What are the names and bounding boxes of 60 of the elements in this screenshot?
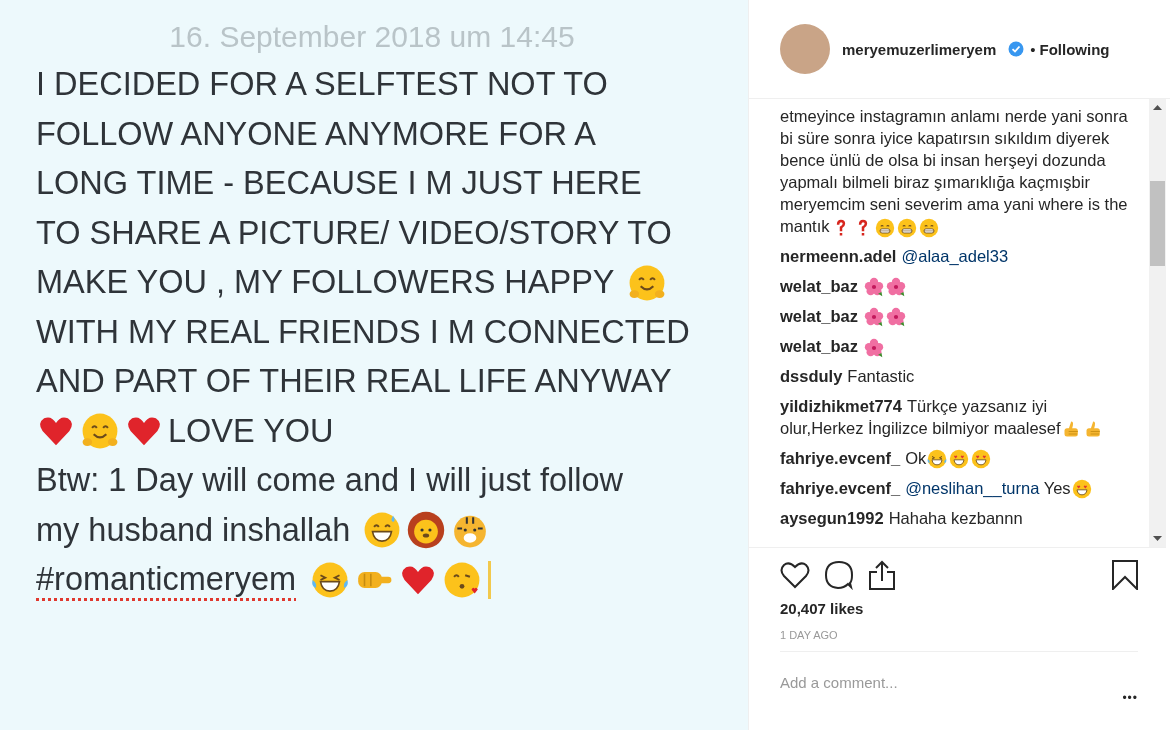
- username-link[interactable]: welat_baz: [780, 336, 858, 355]
- more-options-button[interactable]: •••: [1122, 691, 1138, 705]
- heart-eyes-face-icon: [1071, 479, 1092, 500]
- hug-smiley-icon: [81, 412, 119, 451]
- note-text: LOVE YOU: [168, 411, 334, 451]
- note-text: LONG TIME - BECAUSE I M JUST HERE: [36, 164, 642, 203]
- username-link[interactable]: nermeenn.adel: [780, 247, 897, 266]
- hashtag-text: #romanticmeryem: [36, 560, 297, 599]
- username-link[interactable]: dssduly: [780, 367, 843, 386]
- comment-button[interactable]: [824, 560, 854, 590]
- like-button[interactable]: [780, 561, 810, 589]
- flower-icon: [863, 307, 884, 328]
- username-link[interactable]: meryemuzerlimeryem: [842, 40, 997, 58]
- laughing-tears-icon: [927, 449, 948, 470]
- laughing-tears-icon: [311, 560, 350, 599]
- comment: dssduly Fantastic: [780, 366, 916, 388]
- username-link[interactable]: yildizhikmet774: [780, 396, 902, 415]
- note-text: my husband inshallah: [36, 510, 351, 550]
- heart-eyes-face-icon: [949, 449, 970, 470]
- mention-link[interactable]: @alaa_adel33: [901, 247, 1009, 266]
- comment: fahriye.evcenf_ @neslihan__turna Yes: [780, 476, 1130, 500]
- flower-icon: [863, 337, 884, 358]
- grinning-face-icon: [918, 217, 939, 238]
- separator-dot: •: [1030, 40, 1036, 58]
- note-text: MAKE YOU , MY FOLLOWERS HAPPY: [36, 263, 615, 302]
- scrollbar-thumb[interactable]: [1150, 181, 1165, 266]
- username-link[interactable]: fahriye.evcenf_: [780, 478, 901, 497]
- kissing-face-icon: [443, 560, 482, 599]
- username-link[interactable]: welat_baz: [780, 276, 858, 295]
- scroll-down-arrow-icon[interactable]: [1153, 536, 1162, 541]
- note-text: Btw: 1 Day will come and I will just follow: [36, 461, 623, 500]
- scroll-up-arrow-icon[interactable]: [1153, 105, 1162, 110]
- comment: etmeyince instagramın anlamı nerde yani sonra bi süre sonra iyice kapatırsın sıkıldım diyerek bence ünlü de olsa bi insan herşeyi dozunda yapmalı bilmeli biraz şımarıklığa kaçmışbir meryemcim seni severim ama yani where is the mantık: [780, 105, 1130, 238]
- username-link[interactable]: welat_baz: [780, 306, 858, 325]
- grinning-face-icon: [896, 217, 917, 238]
- flower-icon: [885, 307, 906, 328]
- note-text: WITH MY REAL FRIENDS I M CONNECTED: [36, 312, 690, 352]
- hug-smiley-icon: [627, 263, 666, 302]
- flower-icon: [885, 277, 906, 298]
- lion-icon: [407, 511, 446, 550]
- note-text: AND PART OF THEIR REAL LIFE ANYWAY: [36, 362, 672, 401]
- note-text: FOLLOW ANYONE ANYMORE FOR A: [36, 114, 596, 154]
- text-cursor: [488, 560, 492, 599]
- mention-link[interactable]: @neslihan__turna: [905, 478, 1044, 497]
- bookmark-button[interactable]: [1112, 560, 1138, 590]
- note-text: I DECIDED FOR A SELFTEST NOT TO: [36, 65, 608, 104]
- username-link[interactable]: aysegun1992: [780, 509, 884, 527]
- comment: aysegun1992 Hahaha kezbannn: [780, 508, 1024, 529]
- grinning-face-icon: [874, 217, 895, 238]
- share-button[interactable]: [868, 560, 896, 590]
- flower-icon: [863, 277, 884, 298]
- likes-count[interactable]: 20,407 likes: [749, 590, 1170, 617]
- post-time: 1 DAY AGO: [779, 628, 839, 643]
- sweat-smile-icon: [363, 511, 402, 550]
- comment: fahriye.evcenf_ Ok: [780, 446, 1130, 470]
- username-link[interactable]: fahriye.evcenf_: [780, 448, 901, 467]
- heart-eyes-face-icon: [971, 449, 992, 470]
- comment: yildizhikmet774 Türkçe yazsanız iyi olur,Herkez İngilizce bilmiyor maalesef: [780, 394, 1130, 440]
- note-text: TO SHARE A PICTURE/ VIDEO/STORY TO: [36, 213, 672, 253]
- following-button[interactable]: Following: [1039, 40, 1110, 58]
